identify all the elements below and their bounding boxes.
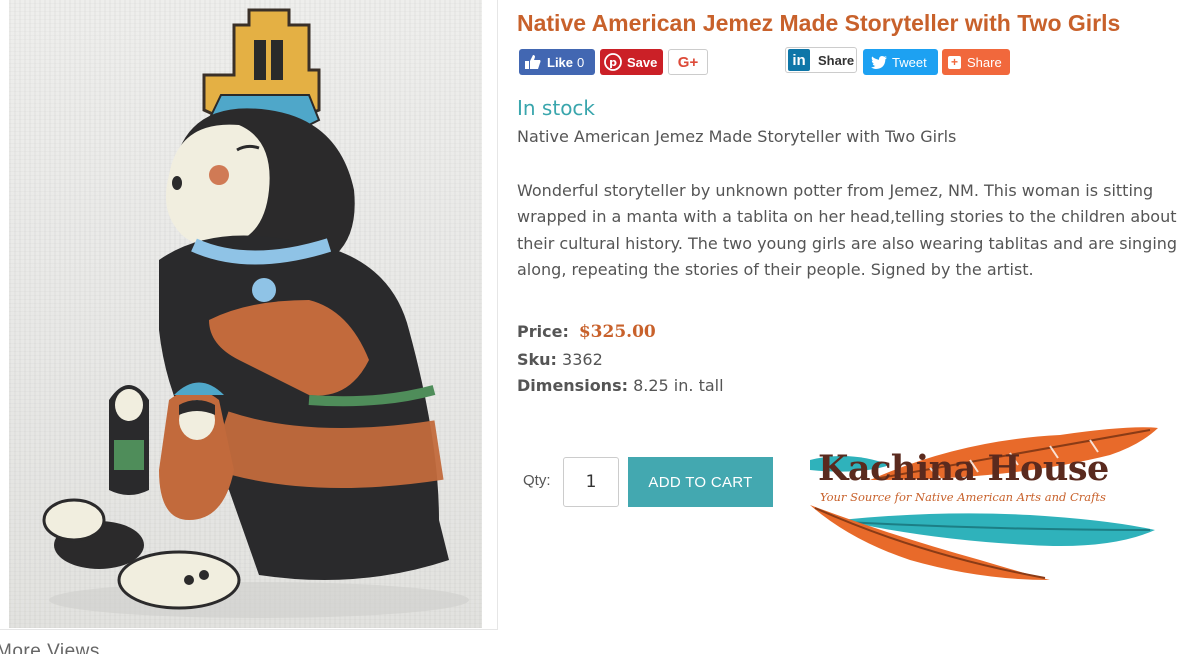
pinterest-save-button[interactable]: p Save — [600, 49, 663, 75]
add-to-cart-button[interactable]: ADD TO CART — [628, 457, 773, 507]
quantity-input[interactable] — [563, 457, 619, 507]
google-plus-button[interactable]: G+ — [668, 49, 708, 75]
sku-value: 3362 — [562, 350, 603, 369]
linkedin-icon: in — [788, 49, 810, 71]
product-image-panel — [0, 0, 498, 630]
brand-logo: Kachina House Your Source for Native Ame… — [810, 420, 1160, 580]
facebook-like-count: 0 — [577, 54, 585, 70]
pinterest-save-label: Save — [627, 54, 658, 70]
linkedin-share-button[interactable]: in Share — [785, 47, 857, 73]
brand-name: Kachina House — [818, 448, 1109, 489]
svg-text:p: p — [609, 56, 617, 69]
more-views-heading: More Views — [0, 641, 100, 654]
linkedin-share-label: Share — [818, 52, 855, 68]
brand-tagline: Your Source for Native American Arts and… — [820, 490, 1106, 504]
twitter-tweet-button[interactable]: Tweet — [863, 49, 938, 75]
pinterest-icon: p — [604, 53, 622, 71]
google-plus-label: G+ — [677, 53, 699, 71]
product-description: Wonderful storyteller by unknown potter … — [517, 181, 1178, 279]
dimensions-value: 8.25 in. tall — [633, 376, 724, 395]
price-value: $325.00 — [578, 322, 656, 342]
product-title: Native American Jemez Made Storyteller w… — [517, 10, 1121, 36]
share-button[interactable]: + Share — [942, 49, 1010, 75]
thumbs-up-icon — [525, 55, 541, 69]
twitter-tweet-label: Tweet — [892, 54, 927, 70]
facebook-like-label: Like — [547, 54, 574, 70]
facebook-like-button[interactable]: Like 0 — [519, 49, 595, 75]
twitter-bird-icon — [871, 55, 887, 69]
product-photo[interactable] — [9, 0, 482, 628]
sku-label: Sku: — [517, 350, 557, 369]
price-label: Price: — [517, 322, 569, 341]
availability-status: In stock — [517, 96, 596, 120]
plus-icon: + — [948, 55, 961, 69]
product-subtitle: Native American Jemez Made Storyteller w… — [517, 127, 957, 146]
quantity-label: Qty: — [523, 472, 551, 489]
share-label: Share — [967, 54, 1002, 70]
dimensions-label: Dimensions: — [517, 376, 628, 395]
dimensions-row: Dimensions: 8.25 in. tall — [517, 376, 724, 395]
storyteller-figure-illustration — [42, 8, 469, 618]
price-row: Price: $325.00 — [517, 322, 656, 342]
sku-row: Sku: 3362 — [517, 350, 603, 369]
